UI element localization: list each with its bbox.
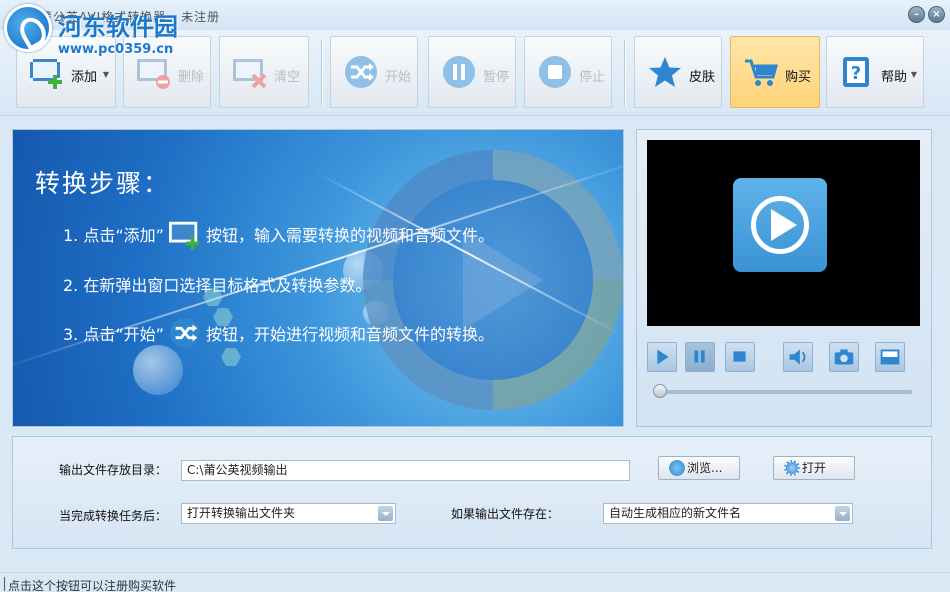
toolbar-separator [321, 40, 323, 106]
buy-button[interactable]: 购买 [730, 36, 820, 108]
play-button[interactable] [647, 342, 677, 372]
video-screen[interactable] [647, 140, 920, 326]
svg-text:?: ? [851, 63, 861, 84]
browse-label: 浏览... [687, 461, 723, 475]
add-video-icon [168, 218, 202, 250]
delete-video-icon [137, 59, 170, 89]
help-button[interactable]: ? 帮助 ▼ [826, 36, 924, 108]
step-2: 2. 在新弹出窗口选择目标格式及转换参数。 [63, 276, 372, 295]
after-done-value: 打开转换输出文件夹 [187, 506, 296, 520]
stop-button[interactable] [725, 342, 755, 372]
star-icon [649, 57, 681, 87]
status-bar: 点击这个按钮可以注册购买软件 [0, 572, 950, 592]
stop-icon [733, 351, 746, 362]
snapshot-button[interactable] [829, 342, 859, 372]
shuffle-icon [168, 317, 202, 349]
banner-title: 转换步骤： [35, 169, 171, 198]
toolbar-separator [624, 40, 626, 106]
pause-icon [443, 56, 475, 88]
add-label: 添加 [71, 70, 98, 85]
stop-icon [539, 56, 571, 88]
buy-label: 购买 [785, 70, 812, 85]
status-text[interactable]: 点击这个按钮可以注册购买软件 [8, 577, 176, 592]
open-folder-icon [784, 460, 800, 476]
logo-icon [4, 4, 52, 52]
pause-button[interactable] [685, 342, 715, 372]
start-label: 开始 [385, 70, 412, 85]
step-1-text-b: 按钮，输入需要转换的视频和音频文件。 [205, 226, 494, 245]
watermark-url: www.pc0359.cn [58, 42, 174, 57]
open-label: 打开 [802, 461, 827, 475]
chevron-down-icon[interactable] [835, 506, 850, 521]
play-icon[interactable] [733, 178, 827, 272]
play-icon [657, 349, 669, 365]
pause-button[interactable]: 暂停 [428, 36, 516, 108]
chevron-down-icon: ▼ [910, 70, 917, 79]
preview-panel [636, 129, 932, 427]
if-exists-label: 如果输出文件存在： [451, 507, 560, 521]
seek-slider-handle[interactable] [653, 384, 667, 398]
watermark: 河东软件园 [58, 12, 178, 41]
seek-slider-track[interactable] [659, 390, 912, 394]
close-button[interactable]: × [928, 6, 945, 23]
shuffle-icon [345, 56, 377, 88]
output-dir-field[interactable]: C:\莆公英视频输出 [181, 460, 630, 481]
step-3: 3. 点击“开始” 按钮，开始进行视频和音频文件的转换。 [63, 317, 494, 349]
step-1-text-a: 1. 点击“添加” [63, 226, 164, 245]
step-3-text-b: 按钮，开始进行视频和音频文件的转换。 [205, 325, 494, 344]
pause-label: 暂停 [483, 70, 510, 85]
delete-label: 删除 [178, 70, 205, 85]
title-bar: 莆公英AVI格式转换器 - 未注册 河东软件园 www.pc0359.cn – … [0, 0, 950, 57]
skin-button[interactable]: 皮肤 [634, 36, 722, 108]
volume-icon [789, 349, 806, 365]
camera-icon [834, 349, 854, 365]
skin-label: 皮肤 [689, 70, 716, 85]
decorative-bubble [133, 345, 183, 395]
status-divider [4, 577, 5, 591]
output-settings-panel: 输出文件存放目录： C:\莆公英视频输出 浏览... 打开 当完成转换任务后： … [12, 436, 932, 549]
decorative-hex [221, 348, 241, 366]
fullscreen-icon [880, 349, 900, 365]
add-video-icon [30, 59, 62, 89]
cart-icon [745, 59, 778, 86]
clear-button[interactable]: 清空 [219, 36, 309, 108]
fullscreen-button[interactable] [875, 342, 905, 372]
output-dir-label: 输出文件存放目录： [59, 463, 168, 477]
start-button[interactable]: 开始 [330, 36, 418, 108]
clear-label: 清空 [274, 70, 301, 85]
after-done-select[interactable]: 打开转换输出文件夹 [181, 503, 396, 524]
minimize-button[interactable]: – [908, 6, 925, 23]
if-exists-select[interactable]: 自动生成相应的新文件名 [603, 503, 853, 524]
pause-icon [694, 350, 705, 363]
stop-label: 停止 [579, 70, 606, 85]
step-3-text-a: 3. 点击“开始” [63, 325, 164, 344]
chevron-down-icon[interactable] [378, 506, 393, 521]
chevron-down-icon: ▼ [102, 70, 109, 79]
volume-button[interactable] [783, 342, 813, 372]
if-exists-value: 自动生成相应的新文件名 [609, 506, 742, 520]
clear-video-icon [233, 59, 267, 89]
conversion-steps-banner: 转换步骤： 1. 点击“添加” 按钮，输入需要转换的视频和音频文件。 2. 在新弹… [12, 129, 624, 427]
step-1: 1. 点击“添加” 按钮，输入需要转换的视频和音频文件。 [63, 218, 494, 250]
open-button[interactable]: 打开 [773, 456, 855, 480]
after-done-label: 当完成转换任务后： [59, 509, 168, 523]
stop-button[interactable]: 停止 [524, 36, 612, 108]
browse-button[interactable]: 浏览... [658, 456, 740, 480]
help-label: 帮助 [881, 70, 908, 85]
help-icon: ? [843, 57, 869, 87]
browse-icon [669, 460, 685, 476]
